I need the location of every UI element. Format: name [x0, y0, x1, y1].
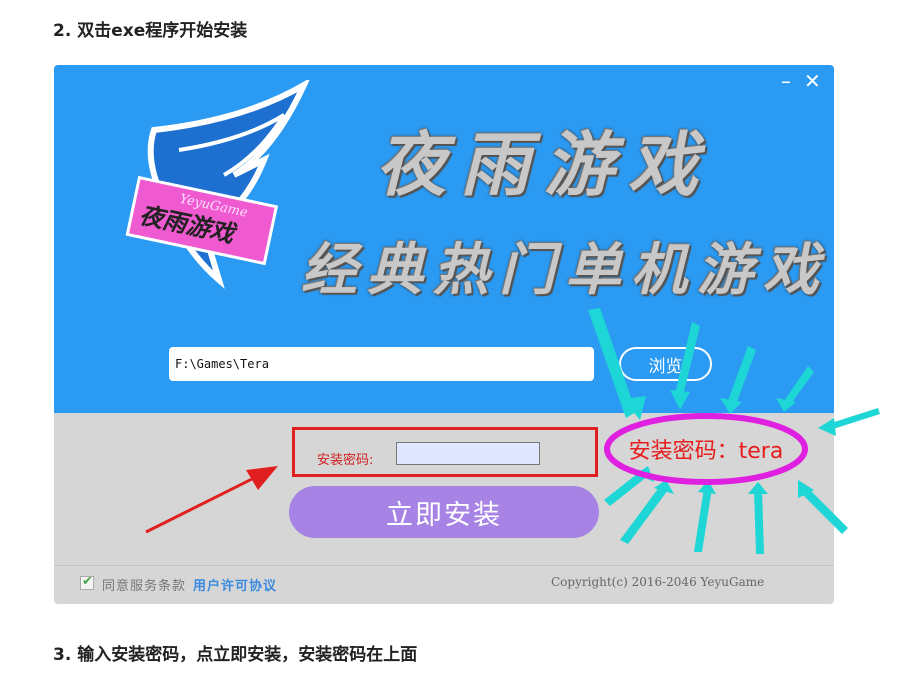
install-path-input[interactable]: [169, 347, 594, 381]
browse-button[interactable]: 浏览: [619, 347, 712, 381]
minimize-button[interactable]: –: [781, 71, 791, 91]
copyright-text: Copyright(c) 2016-2046 YeyuGame: [551, 575, 765, 589]
installer-banner: – ✕ YeyuGame 夜雨游戏 夜雨游戏 经典热门单机游戏 浏览: [54, 65, 834, 413]
step-3-heading: 3. 输入安装密码，点立即安装，安装密码在上面: [53, 645, 418, 665]
password-input[interactable]: [396, 442, 540, 465]
footer-divider: [54, 565, 834, 566]
installer-title: 夜雨游戏: [376, 123, 712, 206]
check-icon: ✔: [82, 574, 93, 589]
agree-checkbox[interactable]: ✔: [80, 574, 94, 590]
password-label: 安装密码:: [317, 453, 374, 468]
step-2-heading: 2. 双击exe程序开始安装: [53, 21, 248, 41]
password-hint-annotation: 安装密码：tera: [628, 439, 784, 464]
close-button[interactable]: ✕: [804, 71, 821, 91]
license-agreement-link[interactable]: 用户许可协议: [193, 575, 277, 594]
yeyugame-logo: YeyuGame 夜雨游戏: [125, 80, 310, 289]
agree-terms-label: 同意服务条款: [102, 579, 187, 594]
installer-window: – ✕ YeyuGame 夜雨游戏 夜雨游戏 经典热门单机游戏 浏览 安装密码:…: [54, 65, 834, 604]
installer-subtitle: 经典热门单机游戏: [301, 237, 829, 303]
install-now-button[interactable]: 立即安装: [289, 486, 599, 538]
